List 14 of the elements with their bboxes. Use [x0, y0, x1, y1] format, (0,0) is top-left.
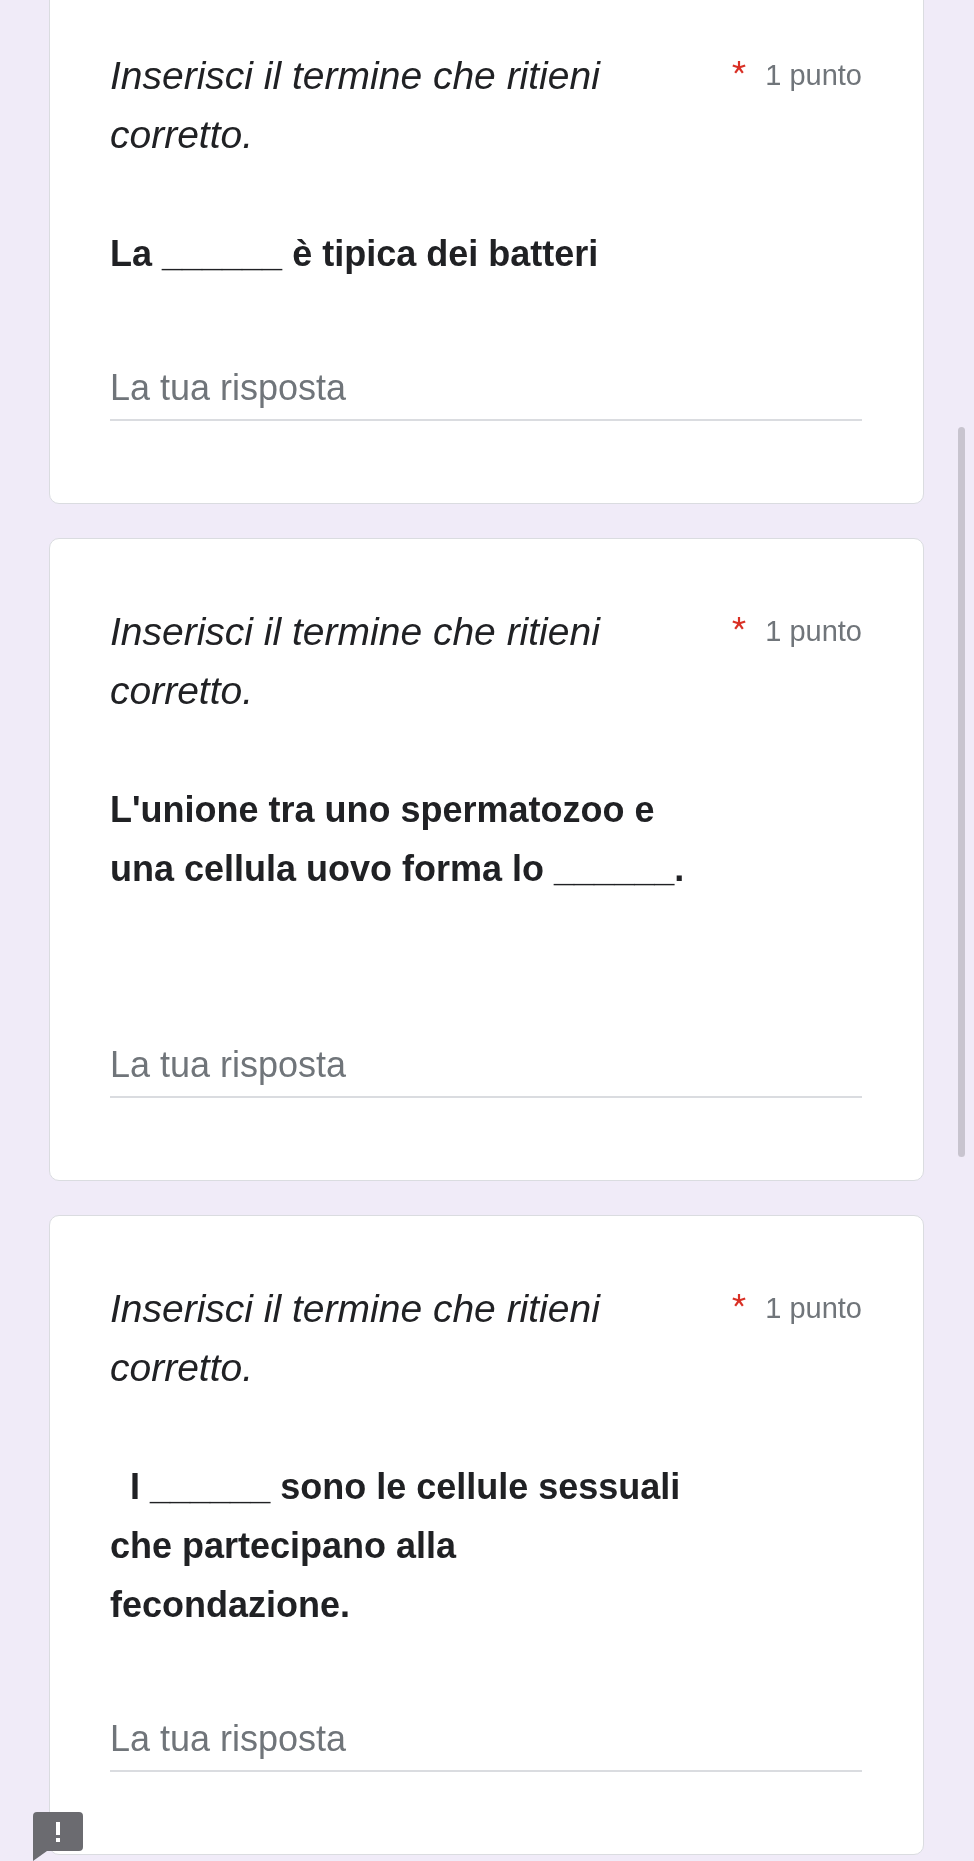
answer-field[interactable]: La tua risposta	[110, 1708, 862, 1772]
question-text: L'unione tra uno spermatozoo e una cellula uovo forma lo ______.	[110, 788, 686, 891]
answer-field[interactable]: La tua risposta	[110, 357, 862, 421]
answer-field[interactable]: La tua risposta	[110, 1034, 862, 1098]
question-title: Inserisci il termine che ritieni corretto.	[110, 609, 602, 714]
question-text: I ______ sono le cellule sessuali che partecipano alla fecondazione.	[110, 1465, 682, 1627]
question-text: La ______ è tipica dei batteri	[110, 232, 600, 276]
points-label: 1 punto	[765, 58, 862, 93]
question-title: Inserisci il termine che ritieni corretto.	[110, 1286, 602, 1391]
scrollbar-thumb[interactable]	[958, 427, 965, 1157]
question-title: Inserisci il termine che ritieni corretto.	[110, 53, 602, 158]
points-label: 1 punto	[765, 614, 862, 649]
points-label: 1 punto	[765, 1291, 862, 1326]
alert-bubble-icon[interactable]	[33, 1812, 83, 1861]
